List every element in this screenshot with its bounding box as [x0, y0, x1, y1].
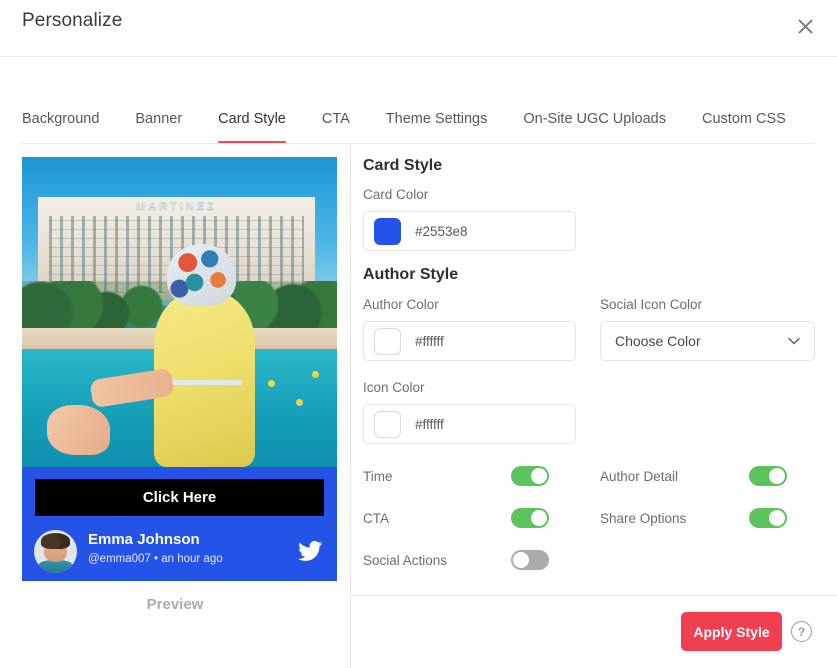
photo-buoy [267, 380, 275, 388]
preview-card: MARTINEZ Click Here Emma Johnson @emma00… [22, 157, 337, 581]
toggle-cta[interactable] [511, 508, 549, 528]
toggle-label-time: Time [363, 469, 393, 484]
avatar-body [38, 560, 73, 573]
tab-label: Custom CSS [702, 111, 786, 127]
preview-cta-label: Click Here [142, 489, 217, 506]
author-color-swatch[interactable] [374, 327, 401, 355]
icon-color-swatch[interactable] [374, 410, 401, 438]
card-color-input[interactable]: #2553e8 [363, 211, 576, 251]
tab-bar: Background Banner Card Style CTA Theme S… [0, 57, 837, 144]
author-style-heading: Author Style [363, 266, 459, 283]
tab-background[interactable]: Background [22, 111, 117, 144]
photo-buoy [311, 370, 319, 378]
social-icon-color-label: Social Icon Color [600, 297, 703, 312]
tab-banner[interactable]: Banner [117, 111, 200, 144]
card-color-value: #2553e8 [415, 223, 468, 239]
toggle-knob [531, 510, 547, 526]
tab-label: On-Site UGC Uploads [523, 111, 666, 127]
avatar-hair [40, 533, 71, 549]
toggle-label-social-actions: Social Actions [363, 553, 448, 568]
help-icon-label: ? [797, 624, 806, 639]
tab-label: Theme Settings [385, 111, 488, 127]
toggle-label-cta: CTA [363, 511, 389, 526]
preview-cta-button[interactable]: Click Here [35, 479, 324, 516]
tab-on-site-ugc-uploads[interactable]: On-Site UGC Uploads [505, 111, 684, 144]
toggle-label-author-detail: Author Detail [600, 469, 679, 484]
preview-label: Preview [146, 596, 204, 613]
footer-divider [351, 595, 837, 596]
settings-pane: Card Style Card Color #2553e8 Author Sty… [351, 144, 837, 668]
tab-cta[interactable]: CTA [304, 111, 368, 144]
card-photo: MARTINEZ [22, 157, 337, 467]
toggle-share-options[interactable] [749, 508, 787, 528]
author-color-input[interactable]: #ffffff [363, 321, 576, 361]
tab-theme-settings[interactable]: Theme Settings [368, 111, 506, 144]
author-color-label: Author Color [363, 297, 439, 312]
author-color-value: #ffffff [415, 333, 444, 349]
social-icon-color-value: Choose Color [615, 333, 701, 349]
card-style-heading: Card Style [363, 157, 443, 174]
toggle-knob [769, 468, 785, 484]
author-name: Emma Johnson [88, 531, 200, 548]
personalize-modal: Personalize Background Banner Card Style… [0, 0, 837, 668]
tab-label: Banner [135, 111, 183, 127]
photo-holding-hands [47, 405, 111, 455]
icon-color-value: #ffffff [415, 416, 444, 432]
help-icon[interactable]: ? [791, 621, 812, 642]
photo-hotel-sign: MARTINEZ [135, 200, 217, 213]
social-icon-color-select[interactable]: Choose Color [600, 321, 815, 361]
author-handle-and-time: @emma007 • an hour ago [88, 553, 223, 565]
photo-buoy [296, 398, 304, 406]
tab-label: Card Style [218, 111, 286, 127]
card-color-label: Card Color [363, 187, 429, 202]
toggle-social-actions[interactable] [511, 550, 549, 570]
toggle-label-share-options: Share Options [600, 511, 687, 526]
tab-label: CTA [321, 111, 350, 127]
toggle-knob [769, 510, 785, 526]
photo-woman-headscarf [166, 243, 237, 306]
tab-label: Background [22, 111, 100, 127]
toggle-knob [531, 468, 547, 484]
apply-style-label: Apply Style [693, 623, 770, 640]
modal-body: MARTINEZ Click Here Emma Johnson @emma00… [0, 144, 837, 668]
apply-style-button[interactable]: Apply Style [681, 612, 782, 651]
avatar [34, 530, 77, 573]
tab-card-style[interactable]: Card Style [200, 111, 304, 144]
tab-custom-css[interactable]: Custom CSS [684, 111, 804, 144]
icon-color-input[interactable]: #ffffff [363, 404, 576, 444]
toggle-knob [513, 552, 529, 568]
preview-pane: MARTINEZ Click Here Emma Johnson @emma00… [0, 144, 350, 668]
icon-color-label: Icon Color [363, 380, 425, 395]
toggle-author-detail[interactable] [749, 466, 787, 486]
toggle-time[interactable] [511, 466, 549, 486]
twitter-icon[interactable] [297, 538, 323, 564]
preview-author-row: Emma Johnson @emma007 • an hour ago [22, 527, 337, 581]
card-color-swatch[interactable] [374, 217, 401, 245]
chevron-down-icon [788, 332, 800, 350]
modal-header: Personalize [0, 0, 837, 57]
close-icon[interactable] [791, 12, 819, 40]
page-title: Personalize [22, 10, 123, 31]
